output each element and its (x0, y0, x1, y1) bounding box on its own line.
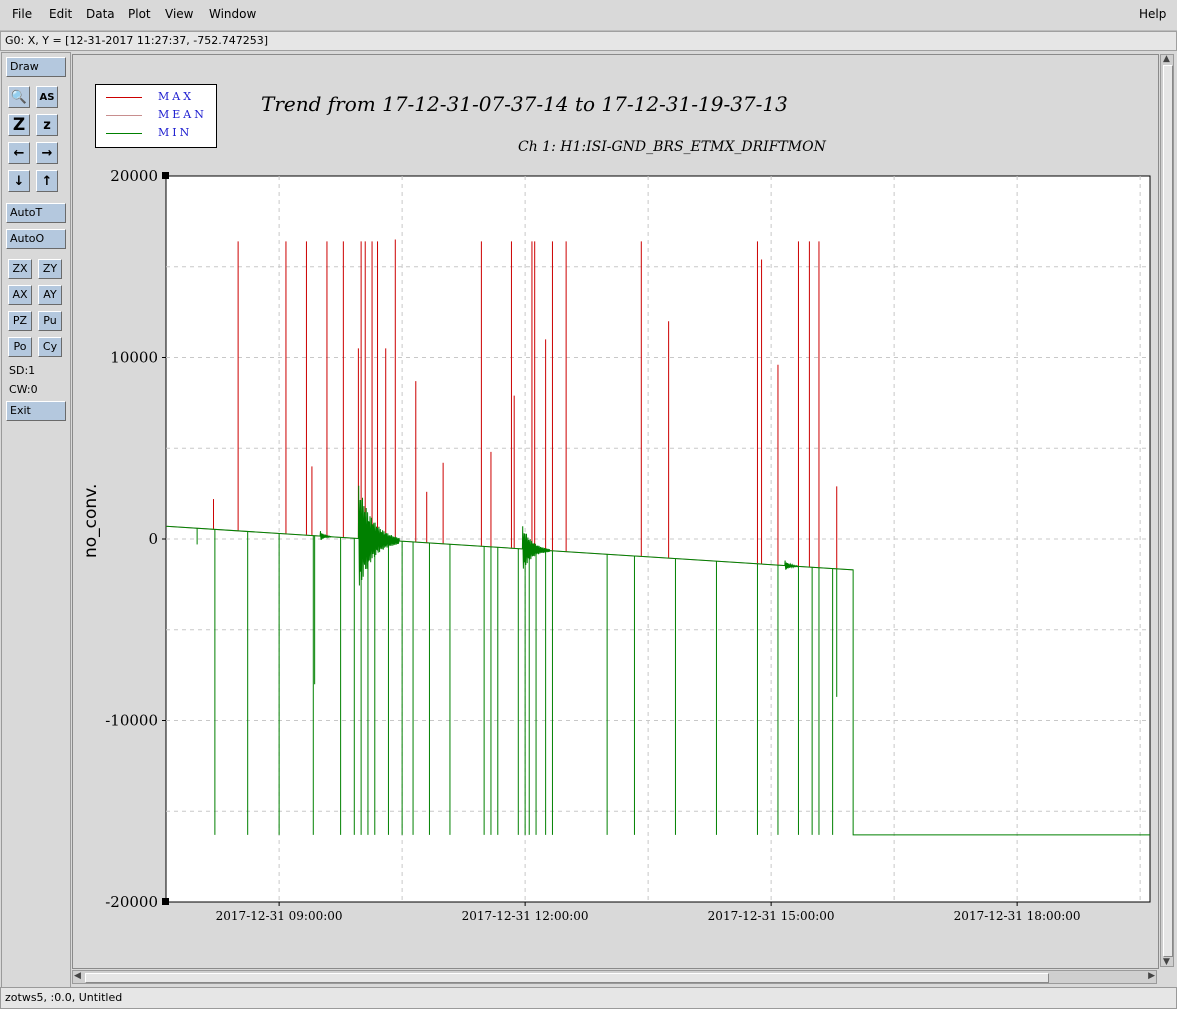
menu-help[interactable]: Help (1139, 7, 1166, 21)
y-tick-label: 10000 (110, 349, 158, 367)
menu-view[interactable]: View (165, 7, 193, 21)
vertical-scroll-thumb[interactable] (1163, 65, 1173, 957)
cy-button[interactable]: Cy (38, 337, 62, 357)
scroll-down-arrow-icon[interactable]: ▼ (1163, 957, 1170, 967)
coordinate-readout: G0: X, Y = [12-31-2017 11:27:37, -752.74… (5, 34, 269, 47)
cw-label: CW:0 (9, 383, 38, 396)
horizontal-scroll-thumb[interactable] (85, 973, 1049, 983)
trend-chart[interactable]: 20000 10000 0 -10000 -20000 2017-12-31 09:00:… (73, 55, 1158, 968)
autoo-button[interactable]: AutoO (6, 229, 66, 249)
zoom-in-icon[interactable]: z (36, 114, 58, 136)
sd-label: SD:1 (9, 364, 36, 377)
tool-panel: Draw 🔍 AS Z z ← → ↓ ↑ AutoT AutoO ZX ZY … (1, 52, 71, 990)
pan-right-icon[interactable]: → (36, 142, 58, 164)
zoom-out-icon[interactable]: Z (8, 114, 30, 136)
x-tick-label: 2017-12-31 18:00:00 (954, 909, 1081, 923)
pan-down-icon[interactable]: ↓ (8, 170, 30, 192)
autot-button[interactable]: AutoT (6, 203, 66, 223)
y-tick-label: -20000 (105, 893, 158, 911)
x-tick-label: 2017-12-31 12:00:00 (462, 909, 589, 923)
scroll-left-arrow-icon[interactable]: ◀ (74, 971, 81, 981)
pan-left-icon[interactable]: ← (8, 142, 30, 164)
menu-window[interactable]: Window (209, 7, 256, 21)
status-bar: zotws5, :0.0, Untitled (0, 987, 1177, 1009)
po-button[interactable]: Po (8, 337, 32, 357)
scroll-right-arrow-icon[interactable]: ▶ (1148, 971, 1155, 981)
ax-button[interactable]: AX (8, 285, 32, 305)
exit-button[interactable]: Exit (6, 401, 66, 421)
coordinate-bar: G0: X, Y = [12-31-2017 11:27:37, -752.74… (0, 31, 1177, 51)
vertical-scrollbar[interactable]: ▲ ▼ (1160, 54, 1174, 967)
y-tick-label: 20000 (110, 167, 158, 185)
pu-button[interactable]: Pu (38, 311, 62, 331)
zy-button[interactable]: ZY (38, 259, 62, 279)
bottom-corner-marker (162, 898, 169, 905)
y-tick-label: -10000 (105, 712, 158, 730)
magnify-icon[interactable]: 🔍 (8, 86, 30, 108)
menu-bar: File Edit Data Plot View Window Help (0, 0, 1177, 31)
plot-frame: MAX MEAN MIN Trend from 17-12-31-07-37-1… (72, 54, 1159, 969)
x-tick-label: 2017-12-31 09:00:00 (216, 909, 343, 923)
menu-data[interactable]: Data (86, 7, 115, 21)
ay-button[interactable]: AY (38, 285, 62, 305)
scroll-up-arrow-icon[interactable]: ▲ (1163, 54, 1170, 64)
menu-plot[interactable]: Plot (128, 7, 151, 21)
autoscale-icon[interactable]: AS (36, 86, 58, 108)
pz-button[interactable]: PZ (8, 311, 32, 331)
menu-edit[interactable]: Edit (49, 7, 72, 21)
horizontal-scrollbar[interactable]: ◀ ▶ (72, 970, 1157, 984)
menu-file[interactable]: File (12, 7, 32, 21)
top-corner-marker (162, 172, 169, 179)
status-text: zotws5, :0.0, Untitled (5, 991, 123, 1004)
pan-up-icon[interactable]: ↑ (36, 170, 58, 192)
x-tick-label: 2017-12-31 15:00:00 (708, 909, 835, 923)
y-tick-label: 0 (148, 530, 158, 548)
zx-button[interactable]: ZX (8, 259, 32, 279)
draw-button[interactable]: Draw (6, 57, 66, 77)
